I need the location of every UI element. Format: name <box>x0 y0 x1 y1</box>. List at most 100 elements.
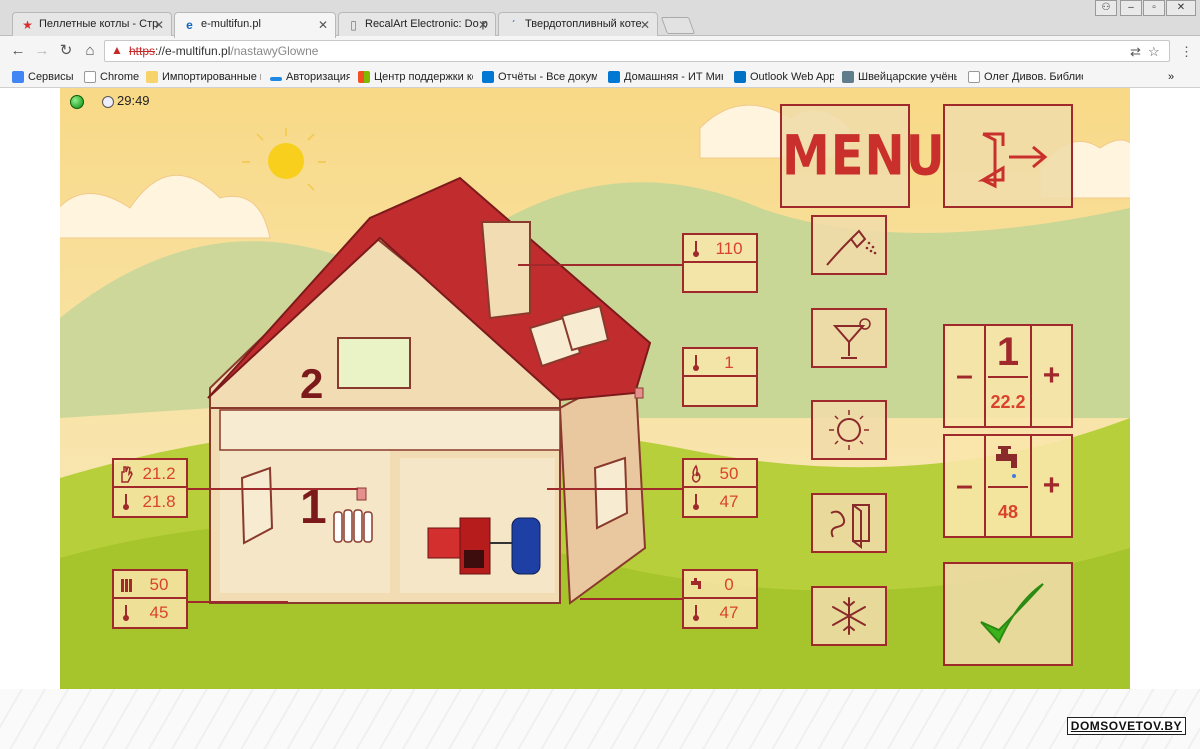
page-icon <box>84 71 96 83</box>
thermometer-icon <box>689 239 703 259</box>
new-tab-button[interactable] <box>660 17 696 34</box>
tab-recalart[interactable]: ▯ RecalArt Electronic: Do p ✕ <box>338 12 496 37</box>
radiator-temp-box: 50 45 <box>112 569 188 629</box>
dhw-temp-decrease-button[interactable]: – <box>945 436 986 536</box>
dhw-setpoint-value: 48 <box>997 502 1019 522</box>
translate-icon[interactable]: ⇄ <box>1130 44 1141 60</box>
star-icon: ★ <box>22 18 33 32</box>
tab-solid-fuel[interactable]: ˊ Твердотопливный коте ✕ <box>498 12 658 37</box>
boiler-actual-value: 47 <box>719 492 739 511</box>
bookmarks-more[interactable]: » <box>1168 68 1188 86</box>
room-temp-decrease-button[interactable]: – <box>945 326 986 426</box>
away-mode-button[interactable] <box>811 493 887 553</box>
tab-pellet-boilers[interactable]: ★ Пеллетные котлы - Стр ✕ <box>12 12 172 37</box>
dhw-temp-box: 0 47 <box>682 569 758 629</box>
confirm-button[interactable] <box>943 562 1073 666</box>
bookmark-imported[interactable]: Импортированные и <box>146 68 261 86</box>
room-temp-box: 21.2 21.8 <box>112 458 188 518</box>
warning-icon: ▲ <box>111 43 123 57</box>
bookmark-chrome[interactable]: Chrome <box>84 68 144 86</box>
tap-icon <box>988 436 1028 488</box>
boiler-temp-box: 50 47 <box>682 458 758 518</box>
antifreeze-mode-button[interactable] <box>811 586 887 646</box>
room-connector <box>188 488 358 490</box>
radiator-icon <box>119 575 133 595</box>
thermometer-icon <box>119 492 133 512</box>
hand-icon <box>119 464 133 484</box>
dhw-temp-increase-button[interactable]: + <box>1030 436 1071 536</box>
close-tab-icon[interactable]: ✕ <box>478 18 488 32</box>
forward-arrow-icon[interactable]: → <box>32 41 52 61</box>
close-tab-icon[interactable]: ✕ <box>318 18 328 32</box>
close-tab-icon[interactable]: ✕ <box>154 18 164 32</box>
bookmark-reports[interactable]: Отчёты - Все докуме <box>482 68 597 86</box>
sharepoint-icon <box>608 71 620 83</box>
close-tab-icon[interactable]: ✕ <box>640 18 650 32</box>
page-content: 2 1 29:49 110 1 21.2 21.8 50 45 50 47 0 … <box>0 88 1200 749</box>
thermometer-icon <box>119 603 133 623</box>
more-menu-icon[interactable]: ⋮ <box>1180 44 1193 60</box>
outlook-icon <box>734 71 746 83</box>
bookmark-support[interactable]: Центр поддержки кс <box>358 68 473 86</box>
boiler-set-value: 50 <box>719 464 739 483</box>
user-icon[interactable]: ⚇ <box>1095 0 1117 16</box>
bookmark-home-it[interactable]: Домашняя - ИТ Мин <box>608 68 723 86</box>
watermark: DOMSOVETOV.BY <box>1066 717 1186 735</box>
page-icon: ˊ <box>511 18 516 32</box>
chimney-temp-box: 110 <box>682 233 758 293</box>
summer-mode-button[interactable] <box>811 400 887 460</box>
folder-icon <box>146 71 158 83</box>
radiator-connector <box>188 601 288 603</box>
chimney-connector <box>518 264 684 266</box>
site-icon <box>842 71 854 83</box>
logout-button[interactable] <box>943 104 1073 208</box>
clock-icon <box>102 96 114 108</box>
floor-2-label: 2 <box>300 360 323 407</box>
bookmark-outlook[interactable]: Outlook Web App <box>734 68 834 86</box>
party-mode-button[interactable] <box>811 308 887 368</box>
dhw-set-value: 0 <box>724 575 734 594</box>
room-temp-control: – 1 22.2 + <box>943 324 1073 428</box>
room-temp-increase-button[interactable]: + <box>1030 326 1071 426</box>
reload-icon[interactable]: ↻ <box>56 41 76 61</box>
sharepoint-icon <box>482 71 494 83</box>
tap-icon <box>689 575 703 595</box>
radiator-set-value: 50 <box>149 575 169 594</box>
back-arrow-icon[interactable]: ← <box>8 41 28 61</box>
link-icon <box>270 77 282 81</box>
dhw-temp-control: – 48 + <box>943 434 1073 538</box>
checkmark-icon <box>980 583 1044 644</box>
menu-button[interactable]: MENU <box>780 104 945 208</box>
outdoor-temp-value: 1 <box>724 353 734 372</box>
bookmark-services[interactable]: Сервисы <box>12 68 82 86</box>
tab-title: e-multifun.pl <box>201 18 261 30</box>
chimney-temp-value: 110 <box>715 239 743 258</box>
home-icon[interactable]: ⌂ <box>80 41 100 61</box>
page-icon <box>968 71 980 83</box>
url-path: /nastawyGlowne <box>230 44 319 58</box>
page-footer-pattern <box>0 689 1200 749</box>
address-bar[interactable]: ▲ https://e-multifun.pl/nastawyGlowne <box>104 40 1170 62</box>
maximize-button[interactable]: ▫ <box>1143 0 1165 16</box>
minimize-button[interactable]: – <box>1120 0 1142 16</box>
tab-title: Пеллетные котлы - Стр <box>39 18 159 30</box>
room-number: 1 <box>996 330 1020 374</box>
dhw-connector <box>580 598 684 600</box>
bookmark-divov[interactable]: Олег Дивов. Библиот <box>968 68 1083 86</box>
tab-e-multifun[interactable]: e e-multifun.pl ✕ <box>174 12 336 38</box>
bookmark-auth[interactable]: Авторизация <box>270 68 350 86</box>
windows-icon <box>358 71 370 83</box>
exit-door-icon <box>977 132 1048 189</box>
shower-mode-button[interactable] <box>811 215 887 275</box>
sun-icon <box>829 410 869 450</box>
bookmark-swiss[interactable]: Швейцарские учёны <box>842 68 957 86</box>
tab-title: RecalArt Electronic: Do p <box>365 18 488 30</box>
clock-time: 29:49 <box>117 93 150 108</box>
close-window-button[interactable]: ✕ <box>1166 0 1196 16</box>
room-actual-value: 21.8 <box>142 492 176 511</box>
flame-icon <box>689 464 703 484</box>
url-scheme: https <box>129 44 156 58</box>
shower-icon <box>826 229 877 266</box>
bookmark-star-icon[interactable]: ☆ <box>1148 44 1160 60</box>
thermometer-icon <box>689 603 703 623</box>
